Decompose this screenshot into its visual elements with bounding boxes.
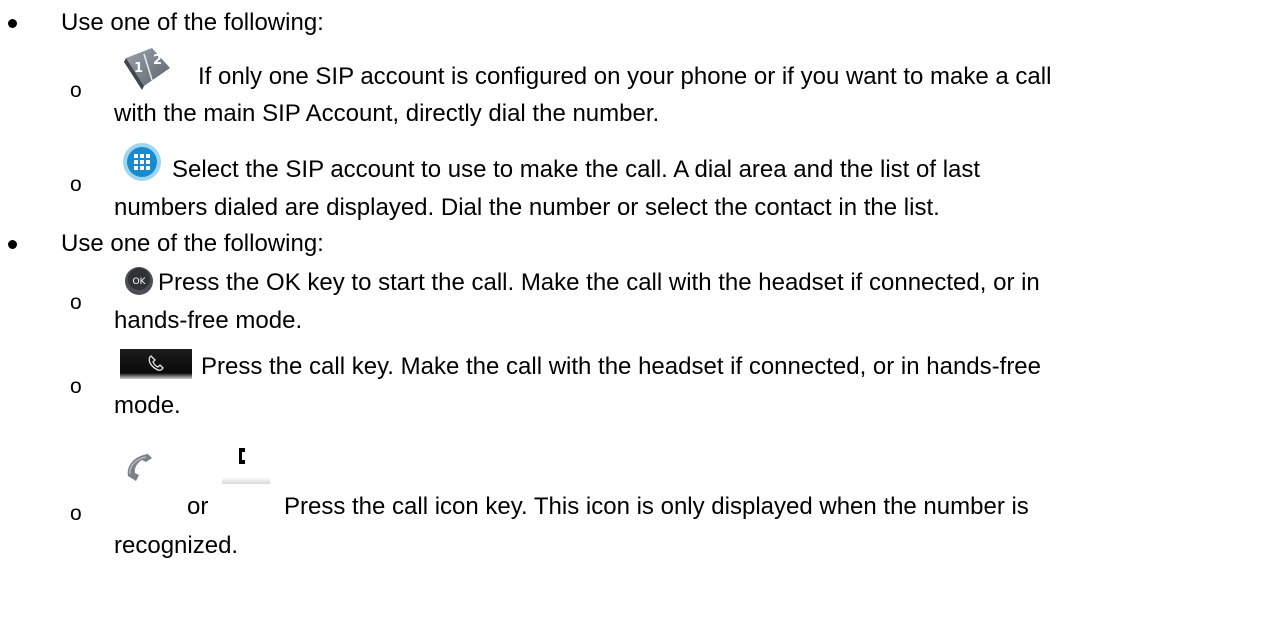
handset-icon — [120, 446, 160, 486]
svg-text:1: 1 — [134, 61, 143, 76]
item-1-2-line-2: numbers dialed are displayed. Dial the n… — [114, 194, 940, 221]
sub-bullet: o — [70, 79, 82, 102]
sub-bullet: o — [70, 502, 82, 525]
keypad-digits-icon: 1 2 — [122, 46, 174, 90]
item-2-1-line-2: hands-free mode. — [114, 307, 303, 334]
sub-bullet: o — [70, 291, 82, 314]
ok-key-icon: OK — [124, 266, 154, 296]
sub-bullet: o — [70, 173, 82, 196]
section-1-lead: Use one of the following: — [61, 9, 324, 36]
bullet-2 — [8, 240, 17, 249]
bullet-1 — [8, 19, 17, 28]
item-1-1-line-2: with the main SIP Account, directly dial… — [114, 100, 660, 127]
or-connector: or — [187, 493, 209, 520]
item-2-3-line-1: Press the call icon key. This icon is on… — [284, 493, 1029, 520]
item-2-1-line-1: Press the OK key to start the call. Make… — [158, 269, 1040, 296]
call-key-icon — [120, 349, 192, 379]
item-2-2-line-1: Press the call key. Make the call with t… — [201, 353, 1041, 380]
section-2-lead: Use one of the following: — [61, 230, 324, 257]
item-1-2-line-1: Select the SIP account to use to make th… — [172, 156, 981, 183]
dialpad-grid-icon — [122, 142, 162, 182]
svg-text:OK: OK — [133, 277, 147, 287]
item-2-3-line-2: recognized. — [114, 532, 239, 559]
item-2-2-line-2: mode. — [114, 392, 181, 419]
handset-pixel-icon — [222, 438, 270, 484]
item-1-1-line-1: If only one SIP account is configured on… — [198, 63, 1052, 90]
sub-bullet: o — [70, 375, 82, 398]
svg-text:2: 2 — [153, 53, 162, 68]
